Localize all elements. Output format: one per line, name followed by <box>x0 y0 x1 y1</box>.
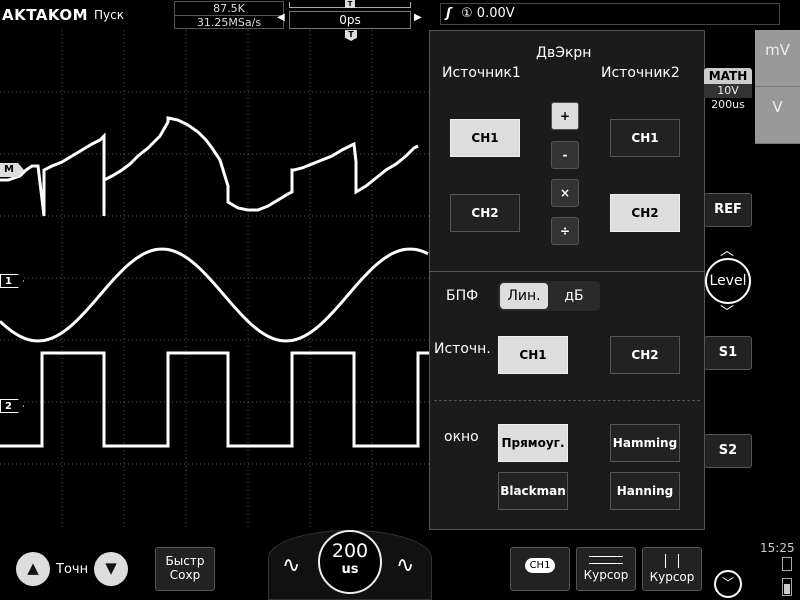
window-blackman-button[interactable]: Blackman <box>498 472 568 510</box>
math-trace <box>0 116 419 217</box>
horizontal-delay[interactable]: 0ps <box>289 11 411 29</box>
top-status-bar: AKTAKOM Пуск 87.5K 31.25MSa/s T ◀ 0ps ▶ … <box>0 0 800 30</box>
source1-ch2-button[interactable]: CH2 <box>450 194 520 232</box>
sample-rate: 31.25MSa/s <box>196 16 262 29</box>
fine-up-arrow-icon[interactable]: ▲ <box>16 552 50 586</box>
delay-left-arrow-icon[interactable]: ◀ <box>277 12 285 23</box>
fft-scale-toggle[interactable]: Лин. дБ <box>498 281 600 311</box>
trigger-position-icon: T <box>345 0 355 8</box>
window-label: окно <box>444 429 479 445</box>
fft-db-option[interactable]: дБ <box>550 283 598 309</box>
brand-logo: AKTAKOM <box>2 6 89 24</box>
dual-screen-label: ДвЭкрн <box>536 45 592 61</box>
window-hamming-button[interactable]: Hamming <box>610 424 680 462</box>
cursor-h-label: Курсор <box>583 568 629 582</box>
panel-dotted-divider <box>434 400 700 401</box>
math-tag-scale: 10V <box>704 84 752 98</box>
quick-save-line2: Сохр <box>169 568 201 582</box>
level-up-chevron-icon[interactable]: ︿ <box>720 240 734 260</box>
timebase-increase-wave-icon[interactable]: ∿ <box>396 553 414 578</box>
trigger-info[interactable]: ʃ ① 0.00V <box>440 3 780 25</box>
source1-ch1-button[interactable]: CH1 <box>450 119 520 157</box>
cursor-v-label: Курсор <box>649 570 695 584</box>
memory-depth: 87.5K <box>175 2 283 16</box>
quick-save-line1: Быстр <box>165 554 205 568</box>
channel-select-button[interactable]: CH1 <box>510 547 570 591</box>
source2-label: Источник2 <box>601 65 680 81</box>
cursor-vertical-button[interactable]: Курсор <box>642 547 702 591</box>
timebase-decrease-wave-icon[interactable]: ∿ <box>282 553 300 578</box>
fft-label: БПФ <box>446 288 479 304</box>
timebase-knob[interactable]: 200 us <box>318 530 382 594</box>
op-subtract-button[interactable]: - <box>551 141 579 169</box>
math-menu-panel: ДвЭкрн Источник1 Источник2 CH1 CH2 + - ×… <box>429 30 705 530</box>
run-status[interactable]: Пуск <box>94 8 124 22</box>
unit-mv-option[interactable]: mV <box>755 30 800 87</box>
horizontal-cursor-icon <box>589 556 623 564</box>
usb-icon <box>782 557 792 571</box>
rising-edge-icon: ʃ <box>446 6 452 21</box>
level-knob[interactable]: Level <box>705 258 751 304</box>
fft-linear-option[interactable]: Лин. <box>500 283 548 309</box>
ch1-trace <box>0 247 429 343</box>
window-hanning-button[interactable]: Hanning <box>610 472 680 510</box>
s2-button[interactable]: S2 <box>704 434 752 468</box>
op-divide-button[interactable]: ÷ <box>551 217 579 245</box>
quick-save-button[interactable]: Быстр Сохр <box>155 547 215 591</box>
trigger-source: ① <box>461 6 473 21</box>
channel-badge: CH1 <box>524 558 556 573</box>
delay-right-arrow-icon[interactable]: ▶ <box>414 12 422 23</box>
unit-v-option[interactable]: V <box>755 87 800 144</box>
op-multiply-button[interactable]: × <box>551 179 579 207</box>
expand-chevron-icon[interactable]: ﹀ <box>714 570 742 598</box>
op-add-button[interactable]: + <box>551 102 579 130</box>
ch2-trace <box>0 351 430 448</box>
source1-label: Источник1 <box>442 65 521 81</box>
waveform-display[interactable] <box>0 30 430 530</box>
source2-ch1-button[interactable]: CH1 <box>610 119 680 157</box>
waveform-grid <box>0 30 430 530</box>
math-tag-timebase: 200us <box>711 98 745 111</box>
acquisition-info[interactable]: 87.5K 31.25MSa/s <box>174 1 284 29</box>
fine-down-arrow-icon[interactable]: ▼ <box>94 552 128 586</box>
s1-button[interactable]: S1 <box>704 336 752 370</box>
vertical-unit-selector[interactable]: mV V <box>755 30 800 144</box>
math-tag-title: MATH <box>704 68 752 84</box>
ref-button[interactable]: REF <box>704 193 752 227</box>
timebase-unit: us <box>341 562 359 577</box>
math-channel-tag[interactable]: MATH 10V 200us <box>704 68 752 112</box>
fft-source-label: Источн. <box>434 341 491 357</box>
window-rect-button[interactable]: Прямоуг. <box>498 424 568 462</box>
timebase-value: 200 <box>331 540 369 562</box>
clock: 15:25 <box>760 541 795 555</box>
vertical-cursor-icon <box>665 554 679 568</box>
trigger-level: 0.00V <box>476 6 515 21</box>
fft-source-ch1-button[interactable]: CH1 <box>498 336 568 374</box>
fine-label: Точн <box>56 562 89 577</box>
battery-icon <box>782 578 792 596</box>
cursor-horizontal-button[interactable]: Курсор <box>576 547 636 591</box>
level-down-chevron-icon[interactable]: ﹀ <box>720 302 734 322</box>
source2-ch2-button[interactable]: CH2 <box>610 194 680 232</box>
panel-divider <box>430 271 704 272</box>
fft-source-ch2-button[interactable]: CH2 <box>610 336 680 374</box>
